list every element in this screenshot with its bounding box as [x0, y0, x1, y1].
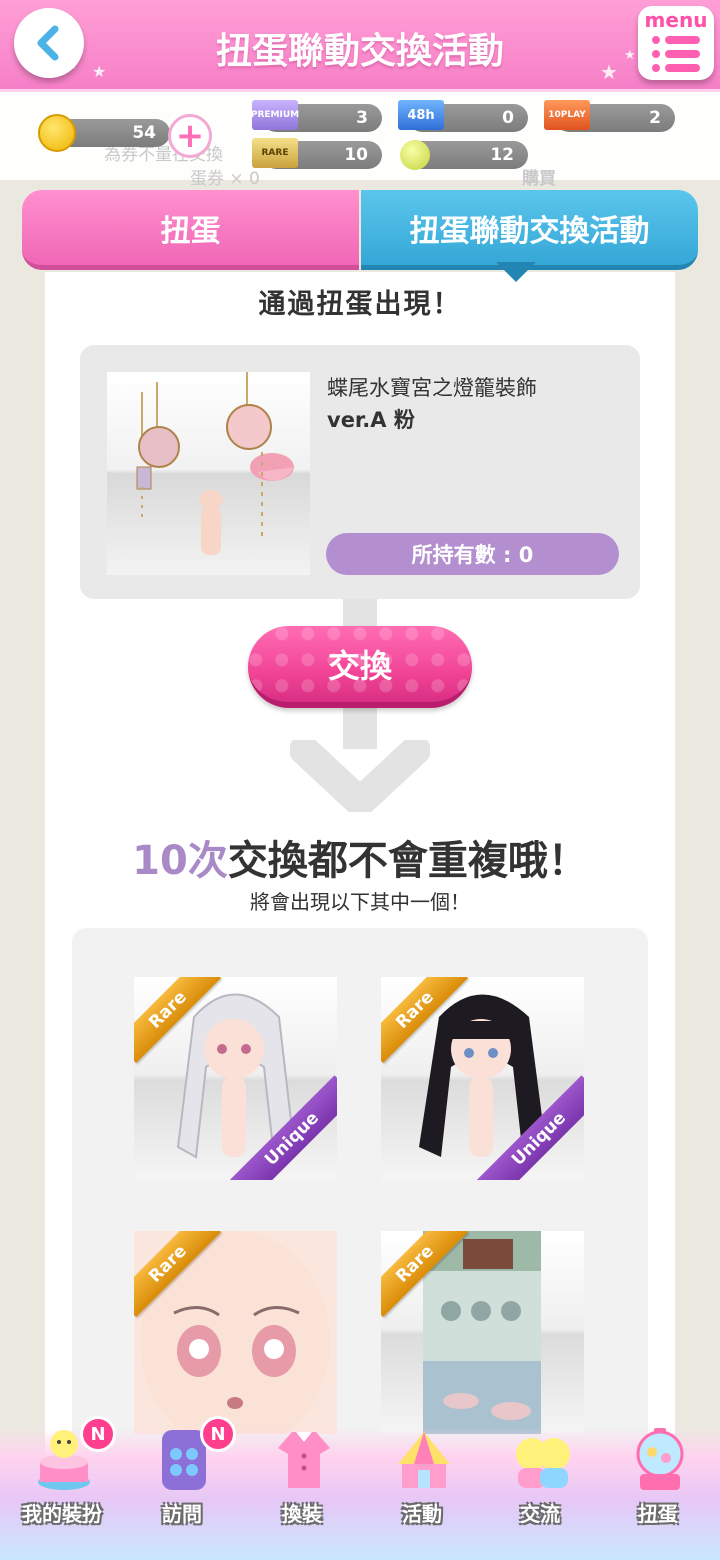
tab-gacha-exchange-event[interactable]: 扭蛋聯動交換活動 — [361, 190, 698, 270]
promo-text: 交換都不會重複哦！ — [227, 838, 588, 884]
new-badge: N — [200, 1416, 236, 1452]
hamburger-icon — [652, 50, 700, 58]
reward-item[interactable]: Rare — [381, 1231, 584, 1434]
reward-item[interactable]: Rare Unique — [381, 977, 584, 1180]
nav-events[interactable]: 活動 — [364, 1428, 480, 1560]
10play-ticket-icon: 10PLAY — [544, 100, 590, 130]
dress-icon — [278, 1432, 330, 1488]
background-text: 蛋券 × 0 — [190, 169, 260, 189]
nav-gacha[interactable]: 扭蛋 — [600, 1428, 716, 1560]
coin-icon — [38, 114, 76, 152]
reward-item[interactable]: Rare Unique — [134, 977, 337, 1180]
nav-label: 換裝 — [282, 1502, 322, 1526]
promo-heading: 10次交換都不會重複哦！ — [45, 828, 675, 886]
nav-label: 交流 — [520, 1502, 560, 1526]
item-name: 蝶尾水寶宮之燈籠裝飾 ver.A 粉 — [327, 372, 627, 436]
promo-subtitle: 將會出現以下其中一個！ — [250, 890, 470, 914]
48h-ticket-count: 0 — [502, 108, 514, 128]
app-header: ★ ★ ★ ★ 扭蛋聯動交換活動 menu — [0, 0, 720, 92]
circus-tent-icon — [398, 1432, 450, 1488]
nav-label: 活動 — [402, 1502, 442, 1526]
item-name-line2: ver.A 粉 — [327, 408, 415, 432]
new-badge: N — [80, 1416, 116, 1452]
rare-ticket-count: 10 — [344, 145, 368, 165]
nav-label: 訪問 — [162, 1502, 202, 1526]
section-headline: 通過扭蛋出現！ — [258, 289, 462, 320]
premium-ticket-count: 3 — [356, 108, 368, 128]
promo-highlight: 10次 — [132, 838, 228, 884]
exchange-button[interactable]: 交換 — [248, 626, 472, 708]
item-name-line1: 蝶尾水寶宮之燈籠裝飾 — [327, 376, 537, 400]
hamburger-icon — [652, 64, 700, 72]
hamburger-icon — [652, 36, 700, 44]
star-decoration-icon: ★ — [624, 48, 636, 63]
nav-label: 我的裝扮 — [22, 1502, 102, 1526]
nav-my-outfit[interactable]: N 我的裝扮 — [4, 1416, 120, 1560]
star-decoration-icon: ★ — [600, 60, 618, 84]
nav-label: 扭蛋 — [638, 1502, 678, 1526]
page-title: 扭蛋聯動交換活動 — [215, 31, 504, 72]
bean-count: 12 — [490, 145, 514, 165]
gachapon-machine-icon — [636, 1428, 684, 1490]
premium-ticket-icon: PREMIUM — [251, 100, 299, 130]
menu-button[interactable]: menu — [638, 6, 714, 80]
bottom-nav: N 我的裝扮 N 訪問 換裝 活動 交流 扭蛋 — [0, 1416, 720, 1560]
coin-count: 54 — [132, 123, 156, 143]
48h-ticket-icon: 48h — [398, 100, 444, 130]
add-coins-button[interactable]: + — [168, 114, 212, 158]
down-arrow-icon — [290, 740, 430, 812]
background-text: 購買 — [522, 169, 556, 189]
rare-ticket-icon: RARE — [252, 138, 298, 168]
nav-visit[interactable]: N 訪問 — [124, 1416, 240, 1560]
bean-icon — [400, 140, 430, 170]
friends-icon — [516, 1438, 570, 1488]
chevron-left-icon — [37, 25, 59, 61]
star-decoration-icon: ★ — [92, 62, 107, 81]
10play-ticket-count: 2 — [649, 108, 661, 128]
nav-community[interactable]: 交流 — [482, 1428, 598, 1560]
tab-gacha[interactable]: 扭蛋 — [22, 190, 359, 270]
lantern-decoration-image — [136, 372, 295, 555]
back-button[interactable] — [14, 8, 84, 78]
active-tab-indicator — [496, 262, 536, 282]
nav-dress-up[interactable]: 換裝 — [244, 1428, 360, 1560]
tab-bar: 扭蛋 扭蛋聯動交換活動 — [22, 190, 698, 272]
menu-label: menu — [644, 8, 708, 32]
item-thumbnail[interactable] — [107, 372, 310, 575]
owned-count-badge: 所持有數 : 0 — [326, 533, 619, 575]
reward-item[interactable]: Rare — [134, 1231, 337, 1434]
